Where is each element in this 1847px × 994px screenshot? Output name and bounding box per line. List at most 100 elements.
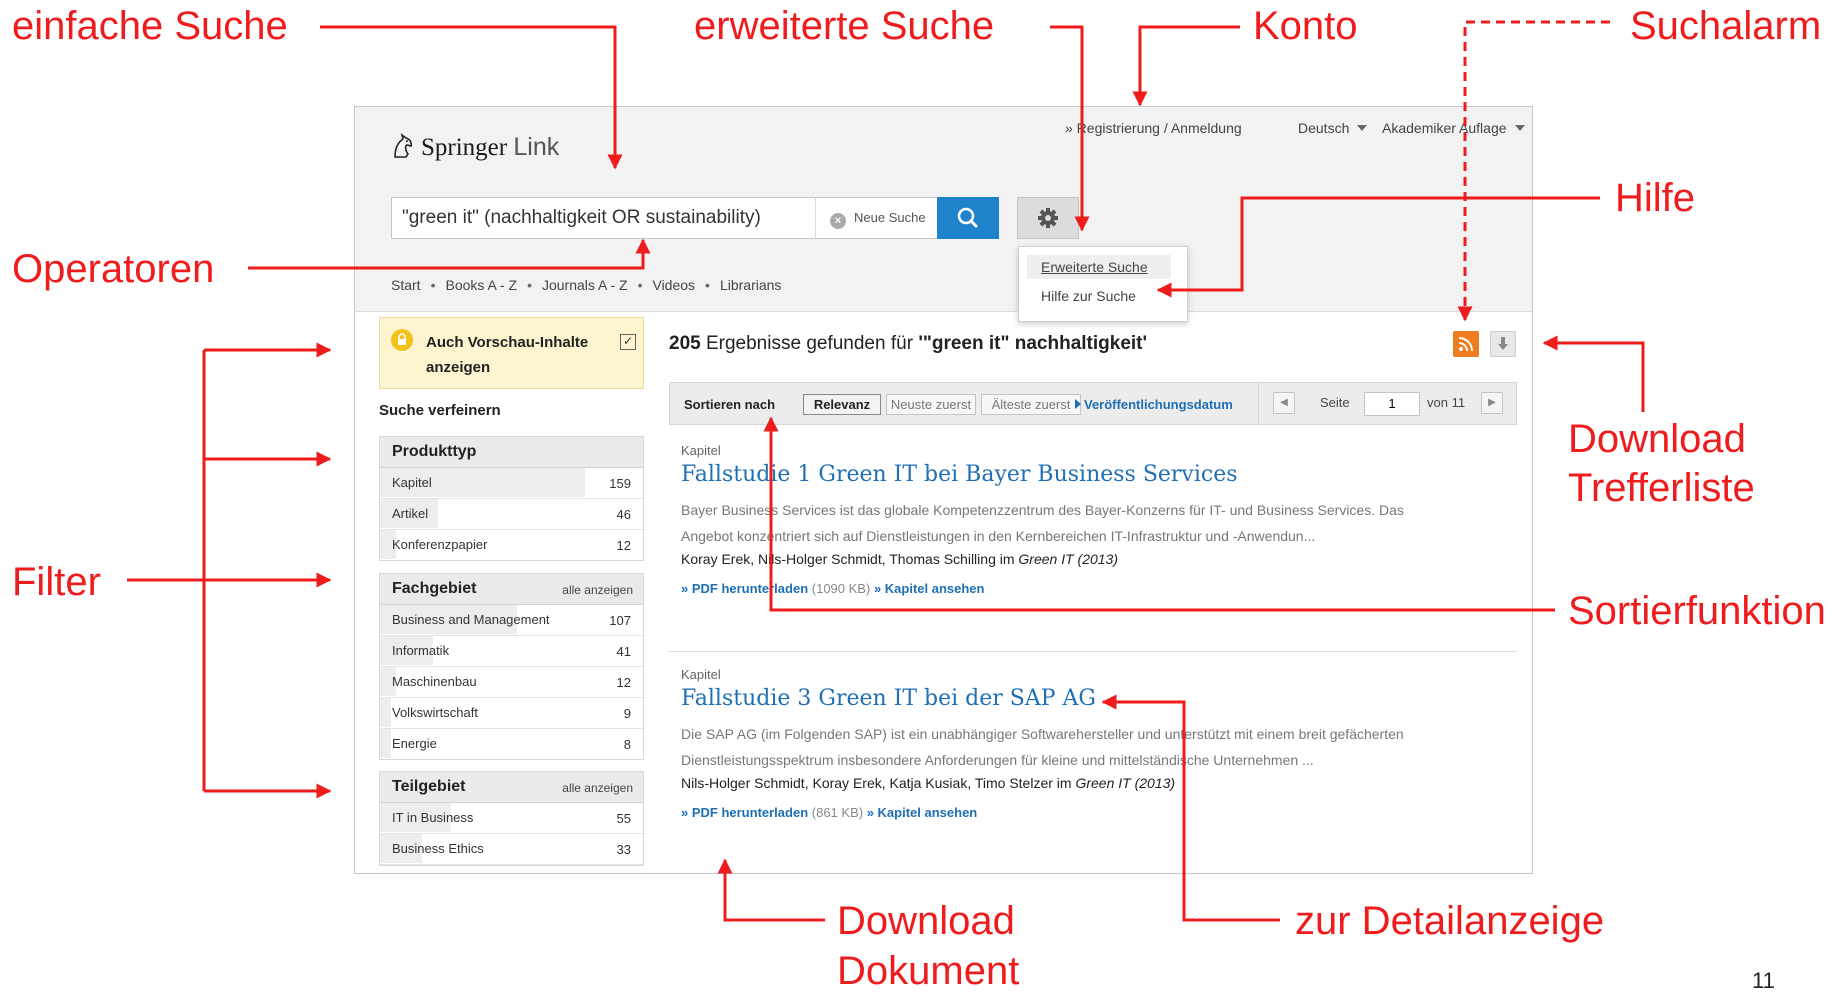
facet-item-count: 159	[609, 476, 631, 491]
result-authors: Nils-Holger Schmidt, Koray Erek, Katja K…	[681, 775, 1511, 791]
facet-item-label: Business and Management	[392, 612, 550, 627]
facet-item[interactable]: IT in Business 55	[380, 803, 643, 834]
rss-alert-button[interactable]	[1453, 331, 1479, 357]
facet-title: Fachgebiet	[392, 580, 477, 597]
facet-produkttyp: Produkttyp Kapitel 159 Artikel 46 Konferen…	[379, 436, 644, 561]
preview-label: Auch Vorschau-Inhalte anzeigen	[426, 334, 589, 376]
search-field[interactable]	[391, 197, 817, 239]
preview-toggle[interactable]: Auch Vorschau-Inhalte anzeigen ✓	[379, 317, 644, 389]
logo-springer-text: Springer	[421, 134, 508, 161]
facet-item-count: 12	[616, 675, 631, 690]
result-snippet: Bayer Business Services ist das globale …	[681, 502, 1404, 544]
result-links: » PDF herunterladen (1090 KB) » Kapitel …	[681, 581, 1511, 596]
edition-label: Akademiker Auflage	[1382, 120, 1507, 136]
result-source[interactable]: Green IT (2013)	[1075, 775, 1175, 791]
results-summary: 205 Ergebnisse gefunden für '"green it" …	[669, 333, 1147, 355]
result-title-link[interactable]: Fallstudie 1 Green IT bei Bayer Business…	[681, 462, 1511, 487]
sort-pubdate-link[interactable]: Veröffentlichungsdatum	[1075, 397, 1233, 412]
facet-item-count: 9	[623, 706, 631, 721]
nav-journals[interactable]: Journals A - Z	[542, 277, 628, 293]
nav-videos[interactable]: Videos	[652, 277, 695, 293]
next-page-button[interactable]: ▶	[1481, 392, 1503, 414]
facet-item[interactable]: Volkswirtschaft 9	[380, 698, 643, 729]
pdf-download-link[interactable]: » PDF herunterladen	[681, 805, 808, 820]
facet-item[interactable]: Artikel 46	[380, 499, 643, 530]
menu-item-search-help[interactable]: Hilfe zur Suche	[1027, 284, 1171, 308]
facet-fachgebiet: Fachgebiet alle anzeigen Business and Man…	[379, 573, 644, 760]
page-input[interactable]	[1364, 392, 1420, 416]
new-search-button[interactable]: × Neue Suche	[815, 197, 938, 239]
facet-item[interactable]: Konferenzpapier 12	[380, 530, 643, 560]
search-options-menu: Erweiterte Suche Hilfe zur Suche	[1018, 246, 1188, 322]
gear-icon	[1038, 208, 1058, 228]
show-all-link[interactable]: alle anzeigen	[562, 583, 633, 597]
facet-item-count: 107	[609, 613, 631, 628]
menu-item-advanced-search[interactable]: Erweiterte Suche	[1027, 255, 1171, 279]
search-options-button[interactable]	[1017, 197, 1079, 239]
slide-number: 11	[1752, 968, 1775, 993]
result-title-link[interactable]: Fallstudie 3 Green IT bei der SAP AG	[681, 686, 1511, 711]
annotation-einfache-suche: einfache Suche	[12, 4, 288, 48]
new-search-label: Neue Suche	[854, 210, 926, 225]
prev-page-button[interactable]: ◀	[1273, 392, 1295, 414]
result-item: Kapitel Fallstudie 1 Green IT bei Bayer …	[681, 443, 1511, 596]
main-nav: Start • Books A - Z • Journals A - Z • Videos •…	[391, 277, 782, 293]
annotation-sortierfunktion: Sortierfunktion	[1568, 589, 1826, 633]
facet-item-label: Kapitel	[392, 475, 432, 490]
search-input[interactable]	[402, 198, 802, 238]
facet-teilgebiet: Teilgebiet alle anzeigen IT in Business 55…	[379, 771, 644, 866]
chevron-down-icon	[1514, 125, 1525, 131]
preview-checkbox[interactable]: ✓	[620, 334, 636, 350]
clear-icon: ×	[830, 213, 846, 229]
facet-item[interactable]: Maschinenbau 12	[380, 667, 643, 698]
result-type: Kapitel	[681, 667, 721, 682]
file-size: (1090 KB)	[811, 581, 871, 596]
view-chapter-link[interactable]: » Kapitel ansehen	[867, 805, 978, 820]
facet-item-count: 33	[616, 842, 631, 857]
facet-item-label: Business Ethics	[392, 841, 484, 856]
page-label: Seite	[1320, 395, 1350, 410]
arrow-download-trefferliste	[1542, 335, 1645, 412]
facet-item[interactable]: Energie 8	[380, 729, 643, 759]
facet-item-count: 8	[623, 737, 631, 752]
edition-select[interactable]: Akademiker Auflage	[1382, 120, 1525, 136]
result-snippet: Die SAP AG (im Folgenden SAP) ist ein un…	[681, 726, 1404, 768]
language-select[interactable]: Deutsch	[1298, 120, 1368, 136]
facet-item[interactable]: Business Ethics 33	[380, 834, 643, 865]
chevron-down-icon	[1357, 125, 1368, 131]
annotation-filter: Filter	[12, 560, 101, 604]
logo-link-text: Link	[513, 133, 560, 161]
annotation-operatoren: Operatoren	[12, 247, 215, 291]
result-authors-text: Nils-Holger Schmidt, Koray Erek, Katja K…	[681, 775, 1072, 791]
nav-start[interactable]: Start	[391, 277, 421, 293]
pdf-download-link[interactable]: » PDF herunterladen	[681, 581, 808, 596]
result-type: Kapitel	[681, 443, 721, 458]
facet-item-count: 41	[616, 644, 631, 659]
sort-oldest-button[interactable]: Älteste zuerst	[981, 394, 1081, 415]
facet-item[interactable]: Informatik 41	[380, 636, 643, 667]
search-icon	[957, 207, 978, 228]
download-results-button[interactable]	[1490, 331, 1516, 357]
nav-librarians[interactable]: Librarians	[720, 277, 781, 293]
nav-books[interactable]: Books A - Z	[445, 277, 517, 293]
facet-item[interactable]: Kapitel 159	[380, 468, 643, 499]
result-item: Kapitel Fallstudie 3 Green IT bei der SA…	[681, 667, 1511, 820]
show-all-link[interactable]: alle anzeigen	[562, 781, 633, 795]
sort-newest-button[interactable]: Neuste zuerst	[886, 394, 976, 415]
result-source[interactable]: Green IT (2013)	[1018, 551, 1118, 567]
rss-icon	[1458, 337, 1473, 352]
springerlink-screenshot: Springer Link » Registrierung / Anmeldun…	[354, 106, 1533, 874]
results-query: '"green it" nachhaltigkeit'	[918, 333, 1148, 354]
springerlink-logo[interactable]: Springer Link	[391, 133, 559, 162]
facet-title: Teilgebiet	[392, 778, 466, 795]
view-chapter-link[interactable]: » Kapitel ansehen	[874, 581, 985, 596]
search-button[interactable]	[937, 197, 999, 239]
sort-relevance-button[interactable]: Relevanz	[803, 394, 881, 415]
arrow-konto	[1132, 25, 1240, 107]
annotation-download-dokument-line2: Dokument	[837, 949, 1020, 993]
facet-item[interactable]: Business and Management 107	[380, 605, 643, 636]
register-login-link[interactable]: » Registrierung / Anmeldung	[1065, 120, 1242, 136]
sort-pubdate-label: Veröffentlichungsdatum	[1084, 397, 1233, 412]
facet-item-label: Volkswirtschaft	[392, 705, 478, 720]
result-authors: Koray Erek, Nils-Holger Schmidt, Thomas …	[681, 551, 1511, 567]
